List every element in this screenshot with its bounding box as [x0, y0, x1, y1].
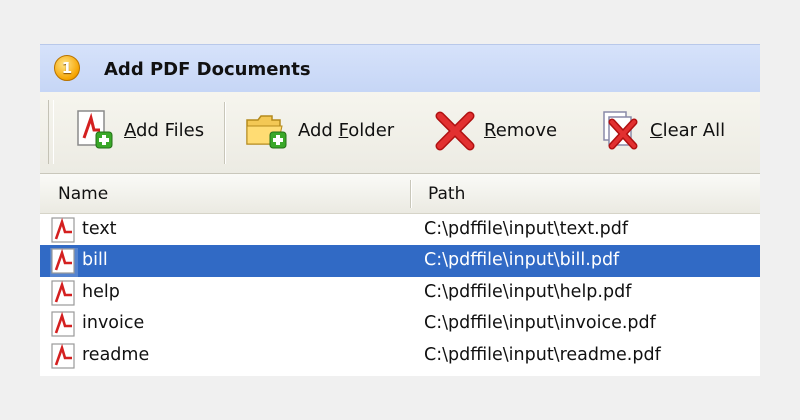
pdf-file-icon	[50, 280, 78, 311]
file-path: C:\pdffile\input\text.pdf	[424, 219, 629, 239]
toolbar: Add Files Add Folder Remove Clear All	[40, 92, 760, 174]
file-name: readme	[82, 344, 150, 365]
toolbar-grip[interactable]	[48, 100, 54, 164]
remove-label: Remove	[484, 119, 558, 141]
pdf-file-icon	[50, 248, 78, 280]
step-number-badge: 1	[54, 55, 80, 81]
table-row[interactable]: text C:\pdffile\input\text.pdf	[40, 214, 760, 245]
clear-all-label: Clear All	[650, 119, 726, 141]
file-name: bill	[82, 250, 108, 271]
add-files-button[interactable]: Add Files	[72, 106, 204, 154]
file-path: C:\pdffile\input\invoice.pdf	[424, 313, 656, 334]
add-documents-panel: 1 Add PDF Documents Add Files Add Folder…	[40, 44, 760, 376]
file-path: C:\pdffile\input\bill.pdf	[424, 250, 620, 271]
table-row[interactable]: bill C:\pdffile\input\bill.pdf	[40, 245, 760, 280]
pdf-add-icon	[77, 110, 113, 149]
file-list-header: Name Path	[40, 174, 760, 214]
pdf-file-icon	[50, 311, 78, 342]
step-header: 1 Add PDF Documents	[40, 44, 760, 92]
column-header-path[interactable]: Path	[428, 184, 465, 204]
file-path: C:\pdffile\input\readme.pdf	[424, 344, 661, 365]
toolbar-separator	[224, 102, 226, 164]
file-name: text	[82, 219, 117, 239]
remove-button[interactable]: Remove	[434, 106, 557, 154]
file-list: text C:\pdffile\input\text.pdf bill C:\pdff…	[40, 214, 760, 371]
file-name: invoice	[82, 313, 145, 334]
add-folder-label: Add Folder	[298, 119, 395, 141]
file-name: help	[82, 281, 120, 302]
add-folder-button[interactable]: Add Folder	[244, 106, 394, 154]
step-title: Add PDF Documents	[104, 59, 311, 80]
clear-all-icon	[603, 111, 638, 150]
table-row[interactable]: help C:\pdffile\input\help.pdf	[40, 277, 760, 308]
clear-all-button[interactable]: Clear All	[600, 106, 725, 154]
add-files-label: Add Files	[124, 119, 205, 141]
red-x-icon	[435, 111, 475, 151]
column-resize-handle[interactable]	[410, 180, 412, 208]
folder-add-icon	[246, 115, 287, 149]
table-row[interactable]: readme C:\pdffile\input\readme.pdf	[40, 340, 760, 371]
pdf-file-icon	[50, 217, 78, 248]
column-header-name[interactable]: Name	[58, 184, 108, 204]
pdf-file-icon	[50, 342, 78, 374]
table-row[interactable]: invoice C:\pdffile\input\invoice.pdf	[40, 308, 760, 339]
file-path: C:\pdffile\input\help.pdf	[424, 281, 632, 302]
